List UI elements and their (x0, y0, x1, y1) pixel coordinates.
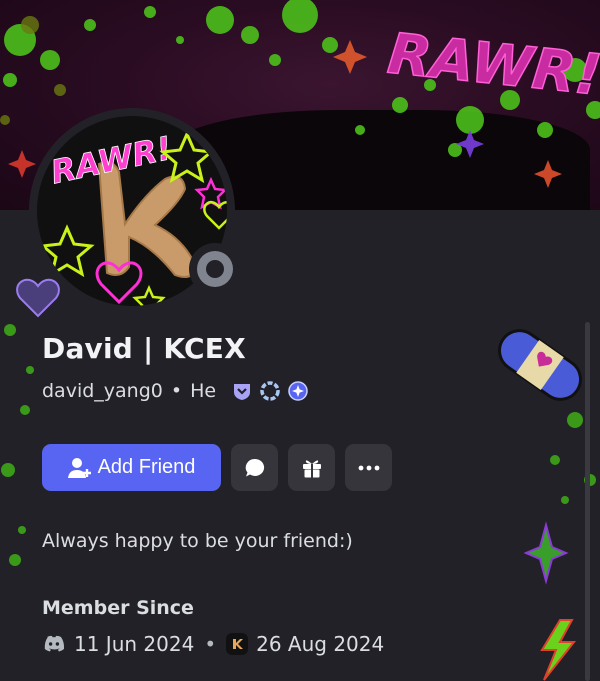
server-member-date: 26 Aug 2024 (256, 632, 385, 656)
status-indicator (189, 243, 241, 295)
gift-icon (302, 459, 321, 478)
member-since-row: 11 Jun 2024 • 26 Aug 2024 (42, 632, 384, 656)
member-since-title: Member Since (42, 597, 194, 619)
quest-icon[interactable] (286, 379, 310, 403)
display-name: David | KCEX (42, 332, 246, 365)
avatar-container[interactable]: RAWR! (29, 108, 241, 314)
badge-list (230, 379, 310, 403)
message-button[interactable] (231, 444, 278, 491)
separator-dot: • (170, 380, 183, 402)
more-options-button[interactable] (345, 444, 392, 491)
add-friend-label: Add Friend (97, 456, 196, 478)
more-icon (358, 465, 379, 470)
separator-dot: • (204, 632, 217, 656)
profile-bio: Always happy to be your friend:) (42, 530, 353, 552)
nitro-icon[interactable] (230, 379, 254, 403)
profile-actions: Add Friend (42, 444, 392, 491)
username[interactable]: david_yang0 (42, 380, 163, 402)
pronouns: He (190, 380, 217, 402)
gift-button[interactable] (288, 444, 335, 491)
chat-bubble-icon (245, 458, 264, 476)
discord-icon (44, 635, 65, 652)
server-icon[interactable] (226, 633, 249, 655)
scrollbar[interactable] (585, 322, 590, 681)
offline-status-icon (197, 251, 233, 287)
server-booster-icon[interactable] (258, 379, 282, 403)
add-friend-icon (67, 457, 91, 478)
banner-rawr-text: RAWR! (385, 22, 600, 109)
discord-member-date: 11 Jun 2024 (74, 632, 195, 656)
profile-subline: david_yang0 • He (42, 377, 310, 405)
add-friend-button[interactable]: Add Friend (42, 444, 221, 491)
